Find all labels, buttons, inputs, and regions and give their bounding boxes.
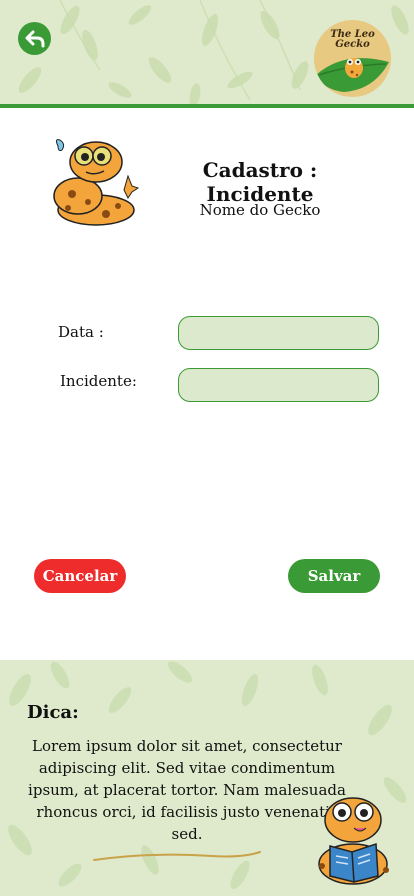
cancel-button[interactable]: Cancelar xyxy=(34,559,126,593)
tip-text: Lorem ipsum dolor sit amet, consectetur … xyxy=(28,737,346,843)
incidente-field[interactable] xyxy=(178,368,379,402)
logo-text: The Leo Gecko xyxy=(330,29,375,50)
gecko-reading-illustration xyxy=(318,797,389,885)
data-label: Data : xyxy=(58,323,104,341)
app-header: The Leo Gecko xyxy=(0,0,414,108)
app-logo: The Leo Gecko xyxy=(314,20,391,97)
data-field[interactable] xyxy=(178,316,379,350)
tip-section: Dica: Lorem ipsum dolor sit amet, consec… xyxy=(0,660,414,896)
tip-title: Dica: xyxy=(27,702,79,723)
back-arrow-icon xyxy=(25,30,44,47)
save-button[interactable]: Salvar xyxy=(288,559,380,593)
gecko-mascot-illustration xyxy=(53,139,140,226)
incidente-label: Incidente: xyxy=(60,372,137,390)
decorative-underline xyxy=(93,851,261,861)
gecko-name: Nome do Gecko xyxy=(199,201,321,219)
back-button[interactable] xyxy=(18,22,51,55)
page-title: Cadastro : Incidente xyxy=(202,158,318,206)
